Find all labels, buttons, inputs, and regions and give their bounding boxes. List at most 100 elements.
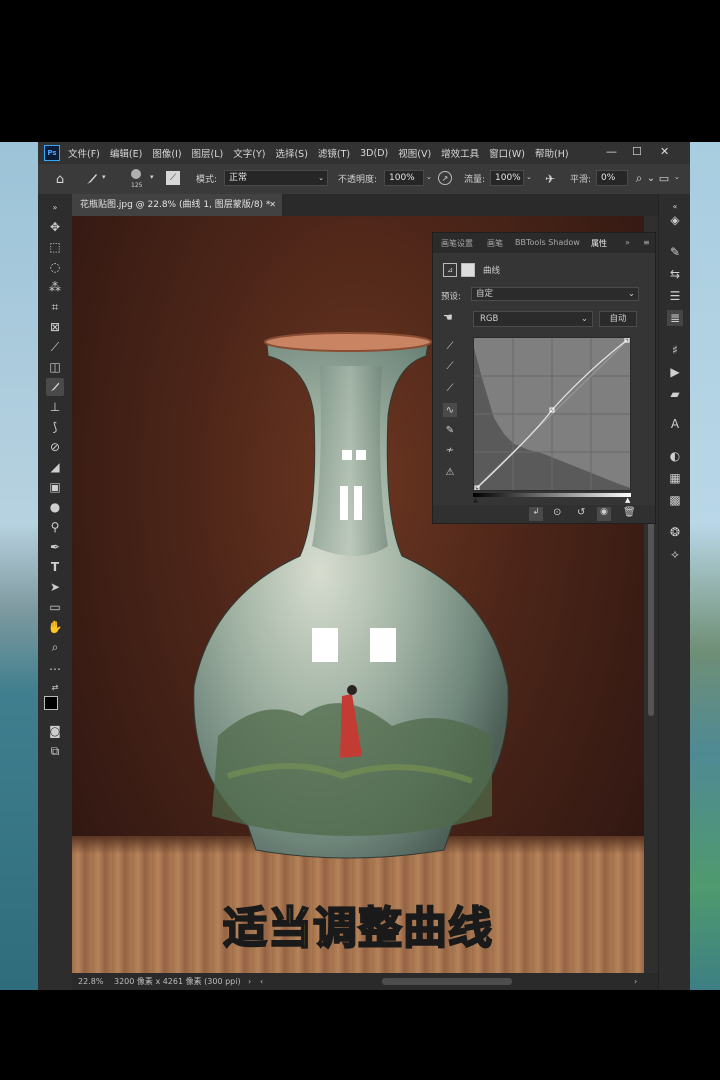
home-icon[interactable]: ⌂: [52, 171, 68, 187]
character-panel-icon[interactable]: A: [667, 416, 683, 432]
lasso-tool-icon[interactable]: ◌: [46, 258, 64, 276]
smooth-curve-icon[interactable]: ≁: [443, 443, 457, 457]
magic-wand-tool-icon[interactable]: ⁂: [46, 278, 64, 296]
actions-play-icon[interactable]: ▶: [667, 364, 683, 380]
channel-select[interactable]: RGB ⌄: [473, 311, 593, 327]
adjust-sliders-icon[interactable]: ⇆: [667, 266, 683, 282]
channels-icon[interactable]: ❂: [667, 524, 683, 540]
properties-panel-icon[interactable]: ≣: [667, 310, 683, 326]
paths-icon[interactable]: ⟡: [667, 546, 683, 562]
patterns-grid-icon[interactable]: ▩: [667, 492, 683, 508]
workspace-icon[interactable]: ▭: [656, 171, 672, 185]
search-icon[interactable]: ⌕: [632, 171, 646, 185]
crop-tool-icon[interactable]: ⌗: [46, 298, 64, 316]
dodge-tool-icon[interactable]: ⚲: [46, 518, 64, 536]
eyedropper-tool-icon[interactable]: ⟋: [46, 338, 64, 356]
menu-file[interactable]: 文件(F): [68, 146, 100, 160]
panel-menu-icon[interactable]: ≡: [643, 238, 650, 247]
mode-select[interactable]: 正常 ⌄: [224, 170, 328, 186]
black-input-slider-icon[interactable]: ▲: [473, 496, 478, 504]
more-tools-icon[interactable]: ⋯: [46, 660, 64, 678]
history-brush-icon[interactable]: ⊘: [46, 438, 64, 456]
zoom-tool-icon[interactable]: ⌕: [46, 638, 64, 656]
close-icon[interactable]: ✕: [660, 145, 669, 158]
healing-brush-tool-icon[interactable]: ◫: [46, 358, 64, 376]
frame-tool-icon[interactable]: ⊠: [46, 318, 64, 336]
gray-point-eyedropper-icon[interactable]: ⟋: [443, 359, 457, 373]
menu-filter[interactable]: 滤镜(T): [318, 146, 350, 160]
tab-bbtools-shadow[interactable]: BBTools Shadow: [515, 238, 580, 247]
maximize-icon[interactable]: ☐: [632, 145, 642, 158]
menu-3d[interactable]: 3D(D): [360, 148, 388, 159]
chevron-right-icon[interactable]: ›: [634, 973, 637, 990]
menu-plugins[interactable]: 增效工具: [441, 146, 479, 160]
swatches-grid-icon[interactable]: ▦: [667, 470, 683, 486]
brush-panel-icon[interactable]: ✎: [667, 244, 683, 260]
pencil-draw-icon[interactable]: ✎: [443, 423, 457, 437]
document-tab[interactable]: 花瓶贴图.jpg @ 22.8% (曲线 1, 图层蒙版/8) * ✕: [72, 194, 282, 216]
hand-tool-icon[interactable]: ✋: [46, 618, 64, 636]
menu-edit[interactable]: 编辑(E): [110, 146, 142, 160]
screen-mode-icon[interactable]: ⧉: [46, 742, 64, 760]
chevron-down-icon[interactable]: ⌄: [674, 173, 680, 181]
menu-view[interactable]: 视图(V): [398, 146, 431, 160]
white-point-eyedropper-icon[interactable]: ⟋: [443, 381, 457, 395]
rectangle-tool-icon[interactable]: ▭: [46, 598, 64, 616]
black-point-eyedropper-icon[interactable]: ⟋: [443, 339, 457, 353]
brush-settings-icon[interactable]: ⟋: [166, 171, 180, 185]
horizontal-scrollbar-thumb[interactable]: [382, 978, 512, 985]
preset-select[interactable]: 自定 ⌄: [471, 287, 639, 301]
menu-window[interactable]: 窗口(W): [489, 146, 525, 160]
curve-points-icon[interactable]: ∿: [443, 403, 457, 417]
chevron-down-icon[interactable]: ▾: [150, 173, 154, 181]
gradient-tool-icon[interactable]: ▣: [46, 478, 64, 496]
clone-stamp-tool-icon[interactable]: ⊥: [46, 398, 64, 416]
chevron-right-icon[interactable]: ›: [248, 973, 251, 990]
foreground-color-swatch[interactable]: [44, 696, 58, 710]
chevron-left-icon[interactable]: ‹: [260, 973, 263, 990]
menu-help[interactable]: 帮助(H): [535, 146, 569, 160]
menu-layer[interactable]: 图层(L): [192, 146, 224, 160]
tab-properties[interactable]: 属性: [587, 238, 611, 249]
history-brush-tool-icon[interactable]: ⟆: [46, 418, 64, 436]
smoothing-field[interactable]: 0%: [596, 170, 628, 186]
quick-mask-icon[interactable]: ◙: [46, 722, 64, 740]
marquee-tool-icon[interactable]: ⬚: [46, 238, 64, 256]
layer-mask-icon[interactable]: [461, 263, 475, 277]
scrollbar-thumb[interactable]: [648, 516, 654, 716]
reset-icon[interactable]: ↺: [577, 507, 585, 518]
menu-select[interactable]: 选择(S): [275, 146, 307, 160]
comments-icon[interactable]: ▰: [667, 386, 683, 402]
close-tab-icon[interactable]: ✕: [269, 194, 276, 216]
opacity-field[interactable]: 100%: [384, 170, 424, 186]
history-panel-icon[interactable]: ♯: [667, 342, 683, 358]
path-selection-tool-icon[interactable]: ➤: [46, 578, 64, 596]
brush-tip-icon[interactable]: [128, 167, 144, 181]
blur-tool-icon[interactable]: ●: [46, 498, 64, 516]
chevron-down-icon[interactable]: ⌄: [646, 171, 656, 185]
clip-to-layer-icon[interactable]: ↲: [529, 507, 543, 521]
targeted-adjustment-icon[interactable]: ☚: [443, 311, 453, 324]
chevron-down-icon[interactable]: ⌄: [526, 173, 532, 181]
chevron-down-icon[interactable]: ⌄: [426, 173, 432, 181]
move-tool-icon[interactable]: ✥: [46, 218, 64, 236]
clipping-warning-icon[interactable]: ⚠: [443, 465, 457, 479]
flow-field[interactable]: 100%: [490, 170, 524, 186]
menu-image[interactable]: 图像(I): [152, 146, 181, 160]
tab-brush-settings[interactable]: 画笔设置: [441, 238, 473, 249]
color-panel-icon[interactable]: ◐: [667, 448, 683, 464]
swap-colors-icon[interactable]: ⇄: [46, 678, 64, 696]
eraser-tool-icon[interactable]: ◢: [46, 458, 64, 476]
delete-trash-icon[interactable]: 🗑: [623, 507, 636, 518]
tab-brush[interactable]: 画笔: [487, 238, 503, 249]
brush-tool-icon[interactable]: [46, 378, 64, 396]
minimize-icon[interactable]: —: [606, 145, 617, 158]
stack-panel-icon[interactable]: ☰: [667, 288, 683, 304]
expand-panel-icon[interactable]: »: [625, 238, 630, 247]
auto-button[interactable]: 自动: [599, 311, 637, 327]
type-tool-icon[interactable]: T: [46, 558, 64, 576]
layers-panel-icon[interactable]: ◈: [667, 212, 683, 228]
pen-tool-icon[interactable]: ✒: [46, 538, 64, 556]
chevron-down-icon[interactable]: ▾: [102, 173, 106, 181]
curves-graph[interactable]: [473, 337, 631, 491]
